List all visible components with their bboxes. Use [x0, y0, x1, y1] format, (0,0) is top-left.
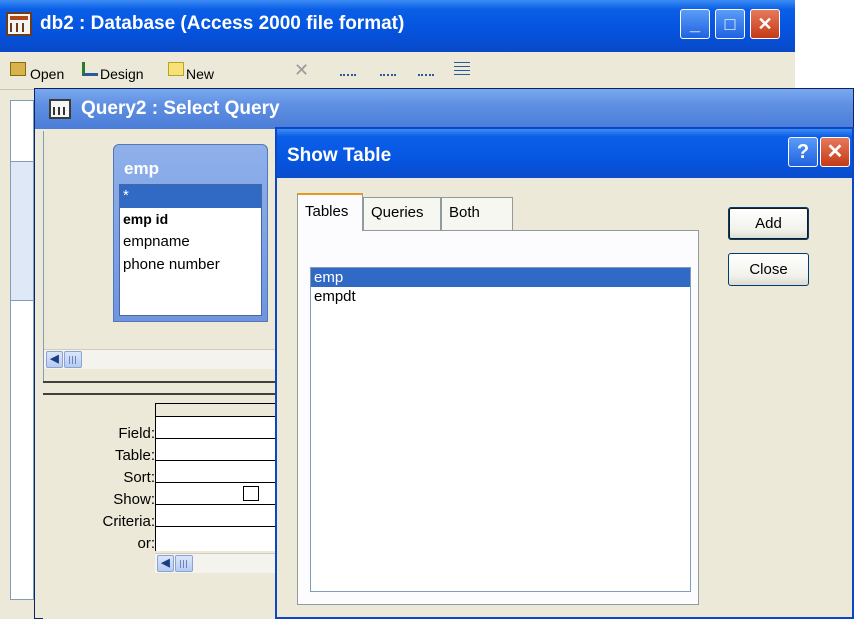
minimize-button[interactable]: _ [680, 9, 710, 39]
design-button[interactable]: Design [100, 66, 144, 82]
table-listbox[interactable]: emp empdt [310, 267, 691, 592]
dialog-title: Show Table [287, 145, 392, 166]
grid-label-or: or: [137, 535, 155, 552]
scroll-thumb[interactable] [175, 555, 193, 572]
tables-tab-panel: emp empdt [297, 230, 699, 605]
field-list-title: emp [124, 159, 159, 178]
minimize-icon: _ [689, 14, 700, 34]
scroll-left-icon[interactable]: ◀ [157, 555, 174, 572]
maximize-button[interactable]: □ [715, 9, 745, 39]
open-icon [10, 62, 26, 76]
add-button[interactable]: Add [728, 207, 809, 240]
close-icon: ✕ [826, 141, 844, 163]
help-icon: ? [796, 141, 810, 163]
maximize-icon: □ [724, 14, 736, 34]
open-button[interactable]: Open [30, 66, 64, 82]
new-icon [168, 62, 184, 76]
objects-bar-selection [11, 161, 33, 301]
details-icon[interactable] [454, 62, 470, 76]
field-item[interactable]: empname [120, 231, 261, 254]
table-list-item[interactable]: emp [311, 268, 690, 287]
tab-tables[interactable]: Tables [297, 193, 363, 231]
database-toolbar: Open Design New ✕ [0, 52, 795, 90]
field-list-body: * emp id empname phone number [119, 184, 262, 316]
query-icon [49, 99, 71, 119]
field-item[interactable]: * [120, 185, 261, 208]
database-title: db2 : Database (Access 2000 file format) [40, 13, 405, 34]
grid-label-table: Table: [114, 447, 155, 464]
tab-both[interactable]: Both [441, 197, 513, 231]
grid-label-sort: Sort: [123, 469, 155, 486]
scroll-left-icon[interactable]: ◀ [46, 351, 63, 368]
design-icon [82, 62, 98, 76]
field-list-emp[interactable]: emp * emp id empname phone number [113, 144, 268, 322]
dialog-titlebar[interactable]: Show Table ? ✕ [277, 129, 852, 178]
show-table-dialog: Show Table ? ✕ Tables Queries Both emp e… [275, 127, 854, 619]
show-checkbox[interactable] [243, 486, 259, 501]
field-item[interactable]: phone number [120, 254, 261, 277]
delete-icon[interactable]: ✕ [294, 60, 309, 81]
small-icons-icon[interactable] [380, 62, 396, 76]
close-button[interactable]: ✕ [750, 9, 780, 39]
table-list-item[interactable]: empdt [311, 287, 690, 306]
grid-label-show: Show: [113, 491, 155, 508]
large-icons-icon[interactable] [340, 62, 356, 76]
objects-bar[interactable] [10, 100, 34, 600]
grid-label-field: Field: [118, 425, 155, 442]
help-button[interactable]: ? [788, 137, 818, 167]
tab-queries[interactable]: Queries [363, 197, 441, 231]
query-titlebar[interactable]: Query2 : Select Query [35, 89, 853, 129]
grid-label-criteria: Criteria: [102, 513, 155, 530]
dialog-close-button[interactable]: ✕ [820, 137, 850, 167]
close-button[interactable]: Close [728, 253, 809, 286]
query-title: Query2 : Select Query [81, 98, 280, 119]
scroll-thumb[interactable] [64, 351, 82, 368]
new-button[interactable]: New [186, 66, 214, 82]
field-item[interactable]: emp id [120, 208, 261, 231]
database-icon [6, 12, 32, 36]
database-titlebar[interactable]: db2 : Database (Access 2000 file format)… [0, 0, 795, 52]
close-icon: ✕ [757, 14, 773, 34]
list-icon[interactable] [418, 62, 434, 76]
